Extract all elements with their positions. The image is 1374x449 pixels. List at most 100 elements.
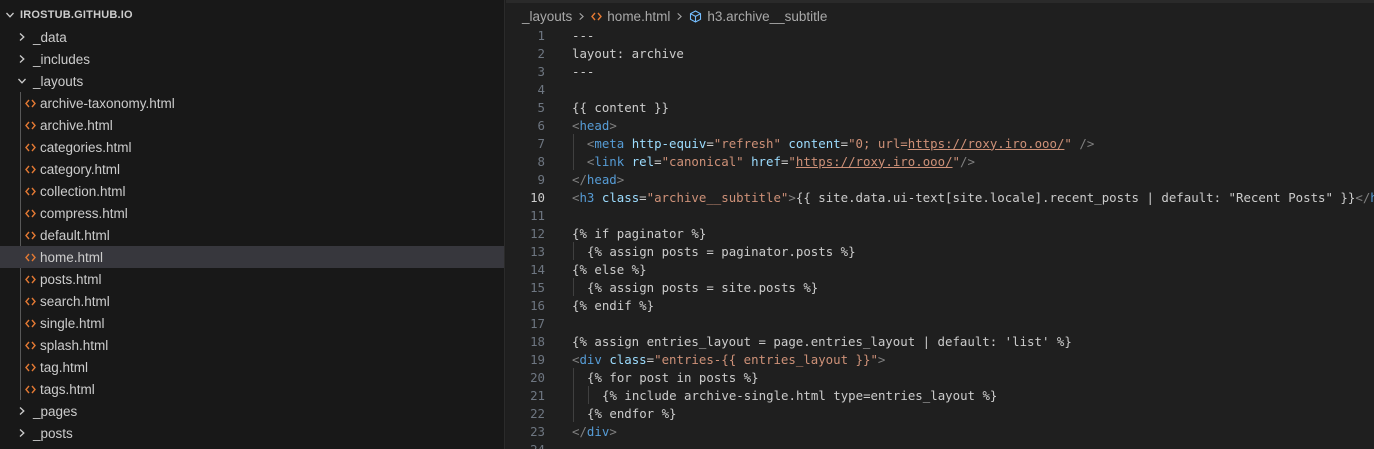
code-text: {% endif %} xyxy=(572,297,655,313)
line-number: 8 xyxy=(537,153,545,169)
code-text: {% include archive-single.html type=entr… xyxy=(602,387,998,403)
line-number: 16 xyxy=(530,297,545,313)
attr-value: "canonical" xyxy=(661,153,744,169)
text-content: {{ site.data.ui-text[site.locale].recent… xyxy=(795,189,1356,205)
breadcrumb-folder[interactable]: _layouts xyxy=(522,9,572,24)
code-text: {% endfor %} xyxy=(587,405,677,421)
line-number: 4 xyxy=(537,81,545,97)
file-splash[interactable]: splash.html xyxy=(0,334,504,356)
file-home[interactable]: home.html xyxy=(0,246,504,268)
file-compress[interactable]: compress.html xyxy=(0,202,504,224)
code-line: 5 {{ content }} xyxy=(506,98,1374,116)
code-line: 8 <link rel="canonical" href="https://ro… xyxy=(506,152,1374,170)
attr-value: " xyxy=(1064,135,1072,151)
line-number: 21 xyxy=(530,387,545,403)
html-file-icon xyxy=(22,117,38,133)
line-number: 9 xyxy=(537,171,545,187)
url-link[interactable]: https://roxy.iro.ooo/ xyxy=(908,136,1065,151)
code-text: {% else %} xyxy=(572,261,647,277)
html-file-icon xyxy=(22,315,38,331)
folder-layouts[interactable]: _layouts xyxy=(0,70,504,92)
code-line: 3 --- xyxy=(506,62,1374,80)
line-number: 14 xyxy=(530,261,545,277)
folder-label: _data xyxy=(33,29,67,45)
code-text: </div> xyxy=(572,423,617,439)
line-number: 3 xyxy=(537,63,545,79)
tag-name: div xyxy=(586,423,610,439)
line-number: 7 xyxy=(537,135,545,151)
file-collection[interactable]: collection.html xyxy=(0,180,504,202)
tab-bar-edge xyxy=(506,0,1374,3)
code-line: 13 {% assign posts = paginator.posts %} xyxy=(506,242,1374,260)
tag-name: h3 xyxy=(579,189,595,205)
code-line: 21 {% include archive-single.html type=e… xyxy=(506,386,1374,404)
html-file-icon xyxy=(22,205,38,221)
file-label: compress.html xyxy=(40,205,128,221)
file-label: categories.html xyxy=(40,139,132,155)
file-category[interactable]: category.html xyxy=(0,158,504,180)
tag-name: meta xyxy=(594,135,625,151)
line-number: 22 xyxy=(530,405,545,421)
tag-name: head xyxy=(579,117,610,133)
folder-data[interactable]: _data xyxy=(0,26,504,48)
attr-value: "archive__subtitle" xyxy=(646,189,789,205)
code-line: 9 </head> xyxy=(506,170,1374,188)
code-text: {% if paginator %} xyxy=(572,225,707,241)
line-number: 20 xyxy=(530,369,545,385)
line-number: 15 xyxy=(530,279,545,295)
folder-includes[interactable]: _includes xyxy=(0,48,504,70)
attr-name: http-equiv xyxy=(631,135,707,151)
file-label: single.html xyxy=(40,315,105,331)
file-label: collection.html xyxy=(40,183,126,199)
folder-posts[interactable]: _posts xyxy=(0,422,504,444)
code-text: <h3 class="archive__subtitle">{{ site.da… xyxy=(572,190,1374,205)
line-number: 23 xyxy=(530,423,545,439)
file-categories[interactable]: categories.html xyxy=(0,136,504,158)
tag-name: h3 xyxy=(1370,190,1374,205)
html-file-icon xyxy=(22,95,38,111)
url-link[interactable]: https://roxy.iro.ooo/ xyxy=(796,154,953,169)
file-label: tag.html xyxy=(40,359,89,375)
line-number: 18 xyxy=(530,333,545,349)
chevron-right-icon xyxy=(14,425,30,441)
folder-pages[interactable]: _pages xyxy=(0,400,504,422)
breadcrumb-symbol[interactable]: h3.archive__subtitle xyxy=(707,9,827,24)
file-label: tags.html xyxy=(40,381,95,397)
file-archive-taxonomy[interactable]: archive-taxonomy.html xyxy=(0,92,504,114)
file-default[interactable]: default.html xyxy=(0,224,504,246)
code-line: 6 <head> xyxy=(506,116,1374,134)
explorer-root-label: IROSTUB.GITHUB.IO xyxy=(20,9,133,21)
code-text: </head> xyxy=(572,171,625,187)
code-line-active: 10 <h3 class="archive__subtitle">{{ site… xyxy=(506,188,1374,206)
file-tag[interactable]: tag.html xyxy=(0,356,504,378)
file-posts[interactable]: posts.html xyxy=(0,268,504,290)
code-text: {% assign entries_layout = page.entries_… xyxy=(572,333,1072,349)
code-text: <head> xyxy=(572,117,617,133)
line-number: 19 xyxy=(530,351,545,367)
html-file-icon xyxy=(22,227,38,243)
file-search[interactable]: search.html xyxy=(0,290,504,312)
code-editor[interactable]: _layouts home.html h3.archive__subtitle … xyxy=(506,0,1374,449)
line-number: 13 xyxy=(530,243,545,259)
breadcrumb-file[interactable]: home.html xyxy=(607,9,670,24)
html-file-icon xyxy=(22,139,38,155)
attr-name: class xyxy=(601,189,640,205)
line-number: 11 xyxy=(530,207,545,223)
line-number: 6 xyxy=(537,117,545,133)
file-archive[interactable]: archive.html xyxy=(0,114,504,136)
explorer-root[interactable]: IROSTUB.GITHUB.IO xyxy=(0,4,504,26)
line-number: 2 xyxy=(537,45,545,61)
code-line: 16 {% endif %} xyxy=(506,296,1374,314)
code-line: 12 {% if paginator %} xyxy=(506,224,1374,242)
line-number: 5 xyxy=(537,99,545,115)
folder-label: _layouts xyxy=(33,73,84,89)
file-tags[interactable]: tags.html xyxy=(0,378,504,400)
file-label: splash.html xyxy=(40,337,109,353)
chevron-down-icon xyxy=(2,7,18,23)
file-label: default.html xyxy=(40,227,110,243)
file-single[interactable]: single.html xyxy=(0,312,504,334)
code-line: 22 {% endfor %} xyxy=(506,404,1374,422)
code-line: 1 --- xyxy=(506,26,1374,44)
line-number: 24 xyxy=(530,441,545,449)
chevron-right-icon xyxy=(14,403,30,419)
